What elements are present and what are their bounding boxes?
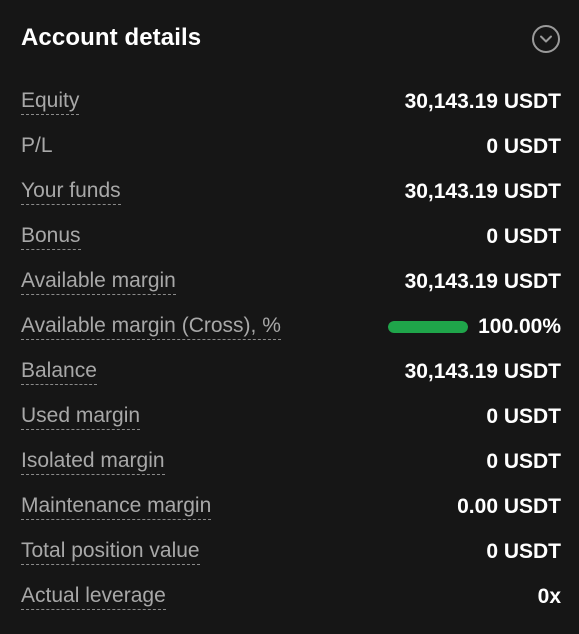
row-actual-leverage: Actual leverage 0x — [21, 574, 561, 619]
pl-value: 0 USDT — [486, 134, 561, 158]
row-bonus: Bonus 0 USDT — [21, 214, 561, 259]
equity-value: 30,143.19 USDT — [404, 89, 561, 113]
your-funds-value: 30,143.19 USDT — [404, 179, 561, 203]
actual-leverage-value: 0x — [537, 584, 561, 608]
available-margin-cross-value: 100.00% — [478, 314, 561, 338]
actual-leverage-label[interactable]: Actual leverage — [21, 584, 166, 610]
chevron-down-icon — [540, 35, 552, 43]
margin-progress-bar — [388, 320, 469, 333]
row-available-margin-cross: Available margin (Cross), % 100.00% — [21, 304, 561, 349]
available-margin-value: 30,143.19 USDT — [404, 269, 561, 293]
isolated-margin-value: 0 USDT — [486, 449, 561, 473]
available-margin-cross-value-group: 100.00% — [388, 315, 561, 339]
panel-header: Account details — [21, 0, 561, 76]
your-funds-label[interactable]: Your funds — [21, 179, 121, 205]
total-position-value-value: 0 USDT — [486, 539, 561, 563]
used-margin-label[interactable]: Used margin — [21, 404, 141, 430]
account-details-list: Equity 30,143.19 USDT P/L 0 USDT Your fu… — [21, 79, 561, 619]
balance-label[interactable]: Balance — [21, 359, 97, 385]
row-isolated-margin: Isolated margin 0 USDT — [21, 439, 561, 484]
panel-title: Account details — [21, 24, 202, 51]
row-available-margin: Available margin 30,143.19 USDT — [21, 259, 561, 304]
bonus-label[interactable]: Bonus — [21, 224, 81, 250]
account-details-panel: Account details Equity 30,143.19 USDT P/… — [0, 0, 579, 634]
total-position-value-label[interactable]: Total position value — [21, 539, 200, 565]
margin-progress-fill — [388, 320, 469, 333]
row-equity: Equity 30,143.19 USDT — [21, 79, 561, 124]
row-balance: Balance 30,143.19 USDT — [21, 349, 561, 394]
maintenance-margin-label[interactable]: Maintenance margin — [21, 494, 212, 520]
available-margin-label[interactable]: Available margin — [21, 269, 176, 295]
row-total-position-value: Total position value 0 USDT — [21, 529, 561, 574]
row-maintenance-margin: Maintenance margin 0.00 USDT — [21, 484, 561, 529]
used-margin-value: 0 USDT — [486, 404, 561, 428]
balance-value: 30,143.19 USDT — [404, 359, 561, 383]
pl-label[interactable]: P/L — [21, 134, 53, 160]
row-used-margin: Used margin 0 USDT — [21, 394, 561, 439]
row-pl: P/L 0 USDT — [21, 124, 561, 169]
bonus-value: 0 USDT — [486, 224, 561, 248]
isolated-margin-label[interactable]: Isolated margin — [21, 449, 165, 475]
available-margin-cross-label[interactable]: Available margin (Cross), % — [21, 314, 281, 340]
maintenance-margin-value: 0.00 USDT — [457, 494, 561, 518]
collapse-button[interactable] — [532, 25, 560, 53]
row-your-funds: Your funds 30,143.19 USDT — [21, 169, 561, 214]
equity-label[interactable]: Equity — [21, 89, 80, 115]
